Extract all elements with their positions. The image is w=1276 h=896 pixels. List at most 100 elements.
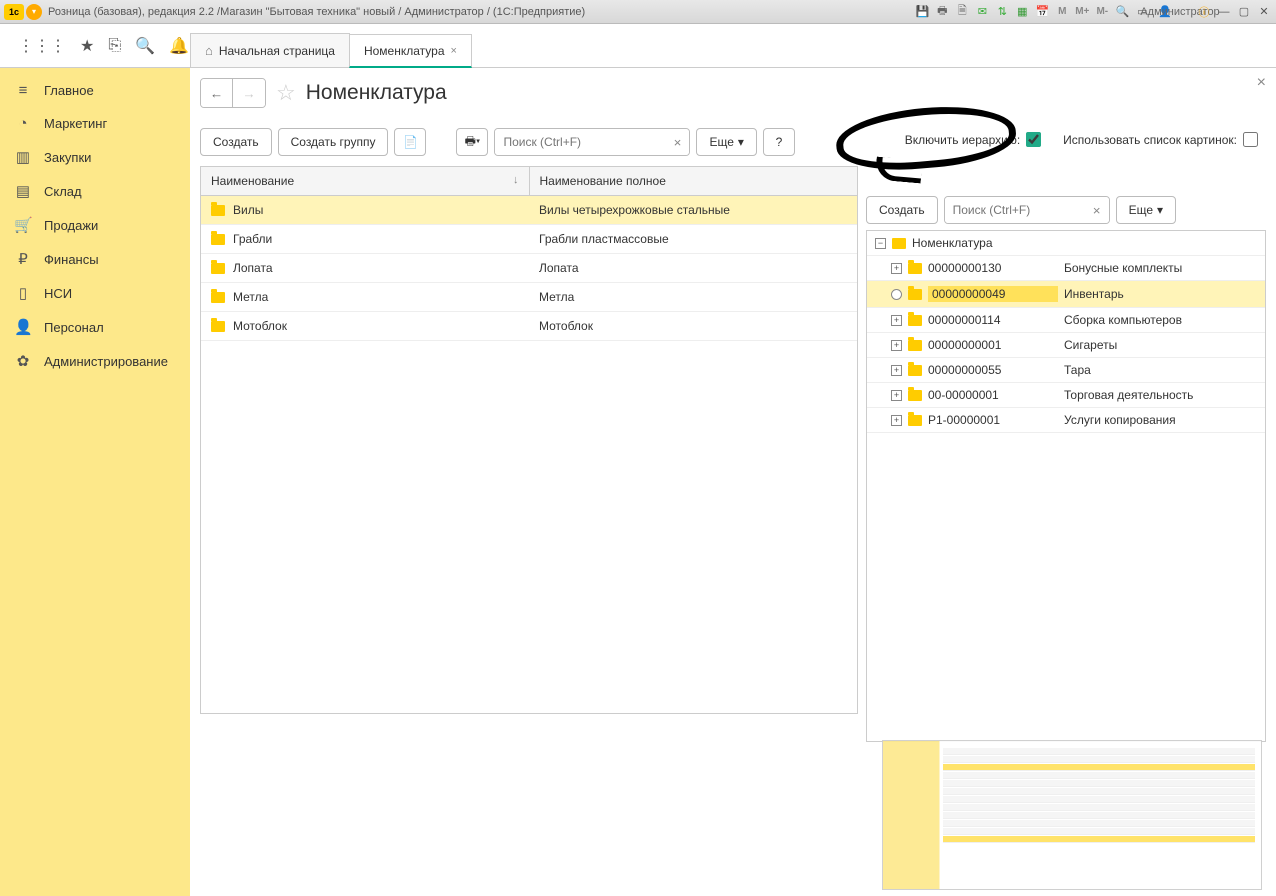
mail-icon[interactable]: ✉ <box>974 4 990 20</box>
tab-nomenclature[interactable]: Номенклатура × <box>349 34 472 68</box>
pie-icon: ◔ <box>14 115 32 132</box>
right-create-button[interactable]: Создать <box>866 196 938 224</box>
menu-icon: ≡ <box>14 82 32 99</box>
folder-icon <box>908 365 922 376</box>
search-clear-button[interactable]: × <box>665 129 689 155</box>
table-row[interactable]: МотоблокМотоблок <box>201 312 857 341</box>
sidebar-item-marketing[interactable]: ◔Маркетинг <box>0 107 190 140</box>
expand-icon[interactable]: + <box>891 340 902 351</box>
close-icon[interactable]: ✕ <box>1256 4 1272 20</box>
star-icon[interactable]: ★ <box>80 36 94 56</box>
m-icon[interactable]: M <box>1054 4 1070 20</box>
sidebar-item-label: Закупки <box>44 150 91 165</box>
tree-code: 00-00000001 <box>928 388 1058 402</box>
clipboard-icon[interactable]: ⎘ <box>108 37 121 55</box>
folder-icon <box>211 321 225 332</box>
tree-node[interactable]: +00000000055Тара <box>867 358 1265 383</box>
sidebar-item-finance[interactable]: ₽Финансы <box>0 242 190 276</box>
col-name[interactable]: Наименование↓ <box>201 167 530 195</box>
tree-node[interactable]: +00000000114Сборка компьютеров <box>867 308 1265 333</box>
sidebar-item-label: Персонал <box>44 320 104 335</box>
sidebar-item-personnel[interactable]: 👤Персонал <box>0 310 190 344</box>
sidebar-item-warehouse[interactable]: ▤Склад <box>0 174 190 208</box>
sidebar-item-admin[interactable]: ✿Администрирование <box>0 344 190 378</box>
tree-name: Услуги копирования <box>1064 413 1176 427</box>
more-button[interactable]: Еще ▾ <box>696 128 756 156</box>
tree-node[interactable]: +00-00000001 Торговая деятельность <box>867 383 1265 408</box>
minimize-icon[interactable]: — <box>1216 4 1232 20</box>
sidebar-item-purchases[interactable]: ▥ Закупки <box>0 140 190 174</box>
refresh-button[interactable]: 📄 <box>394 128 426 156</box>
right-search-clear-button[interactable]: × <box>1085 197 1109 223</box>
collapse-icon[interactable]: − <box>875 238 886 249</box>
nav-forward-button[interactable]: → <box>233 79 265 107</box>
tree-node[interactable]: +00000000001Сигареты <box>867 333 1265 358</box>
expand-icon[interactable]: + <box>891 365 902 376</box>
user-label[interactable]: 👤 Администратор <box>1154 4 1192 20</box>
sidebar-item-main[interactable]: ≡Главное <box>0 74 190 107</box>
sidebar-item-sales[interactable]: 🛒Продажи <box>0 208 190 242</box>
tree-node[interactable]: +00000000130Бонусные комплекты <box>867 256 1265 281</box>
mplus-icon[interactable]: M+ <box>1074 4 1090 20</box>
create-group-button[interactable]: Создать группу <box>278 128 389 156</box>
favorite-icon[interactable]: ☆ <box>276 80 296 106</box>
right-toolbar: Создать × Еще ▾ <box>866 196 1266 224</box>
table-row[interactable]: ЛопатаЛопата <box>201 254 857 283</box>
tab-close-icon[interactable]: × <box>451 45 457 57</box>
help-button[interactable]: ? <box>763 128 795 156</box>
tab-home-label: Начальная страница <box>219 44 335 58</box>
table-icon[interactable]: ▦ <box>1014 4 1030 20</box>
apps-icon[interactable]: ⋮⋮⋮ <box>18 36 66 56</box>
compare-icon[interactable]: ⇅ <box>994 4 1010 20</box>
app-logo-icon: 1c <box>4 4 24 20</box>
barcode-icon: ▥ <box>14 148 32 166</box>
sidebar-item-label: Администрирование <box>44 354 168 369</box>
toolbar: ⋮⋮⋮ ★ ⎘ 🔍 🔔 ⌂ Начальная страница Номенкл… <box>0 24 1276 68</box>
sidebar: ≡Главное ◔Маркетинг ▥ Закупки ▤Склад 🛒Про… <box>0 68 190 896</box>
right-search-input[interactable] <box>945 197 1085 223</box>
expand-icon[interactable]: + <box>891 415 902 426</box>
info-icon[interactable]: ⓘ <box>1196 4 1212 20</box>
table-row[interactable]: Метла Метла <box>201 283 857 312</box>
hierarchy-checkbox[interactable] <box>1026 132 1041 147</box>
restore-icon[interactable]: ▢ <box>1236 4 1252 20</box>
calendar-icon[interactable]: 📅 <box>1034 4 1050 20</box>
zoom-icon[interactable]: 🔍 <box>1114 4 1130 20</box>
bell-icon[interactable]: 🔔 <box>169 36 189 56</box>
nav-back-button[interactable]: ← <box>201 79 233 107</box>
print-icon[interactable]: 🖶 <box>934 4 950 20</box>
sidebar-item-label: Продажи <box>44 218 98 233</box>
search-icon[interactable]: 🔍 <box>135 36 155 56</box>
save-icon[interactable]: 💾 <box>914 4 930 20</box>
images-checkbox[interactable] <box>1243 132 1258 147</box>
row-name: Метла <box>233 290 268 304</box>
options-row: Включить иерархию: Использовать список к… <box>905 132 1258 147</box>
tree-node[interactable]: 00000000049Инвентарь <box>867 281 1265 308</box>
mminus-icon[interactable]: M- <box>1094 4 1110 20</box>
tree-root[interactable]: − Номенклатура <box>867 231 1265 256</box>
tree-name: Торговая деятельность <box>1064 388 1193 402</box>
print-dropdown-button[interactable]: 🖶▾ <box>456 128 488 156</box>
expand-icon[interactable]: + <box>891 390 902 401</box>
right-more-button[interactable]: Еще ▾ <box>1116 196 1176 224</box>
expand-icon[interactable]: + <box>891 263 902 274</box>
tree-node[interactable]: +Р1-00000001Услуги копирования <box>867 408 1265 433</box>
sidebar-item-nsi[interactable]: ▯НСИ <box>0 276 190 310</box>
page-title: Номенклатура <box>306 81 447 105</box>
tab-home[interactable]: ⌂ Начальная страница <box>190 33 350 67</box>
create-button[interactable]: Создать <box>200 128 272 156</box>
expand-icon[interactable]: + <box>891 315 902 326</box>
doc-icon[interactable]: 🗎 <box>954 4 970 20</box>
dropdown-icon[interactable]: ▾ <box>26 4 42 20</box>
page-close-icon[interactable]: × <box>1257 74 1266 92</box>
table-row[interactable]: ГраблиГрабли пластмассовые <box>201 225 857 254</box>
folder-icon <box>908 390 922 401</box>
search-input[interactable] <box>495 129 665 155</box>
table-row[interactable]: ВилыВилы четырехрожковые стальные <box>201 196 857 225</box>
folder-icon <box>211 292 225 303</box>
col-fullname[interactable]: Наименование полное <box>530 167 858 195</box>
row-name: Вилы <box>233 203 263 217</box>
sidebar-item-label: Склад <box>44 184 82 199</box>
row-fullname: Метла <box>539 290 574 304</box>
tree-code: 00000000114 <box>928 313 1058 327</box>
